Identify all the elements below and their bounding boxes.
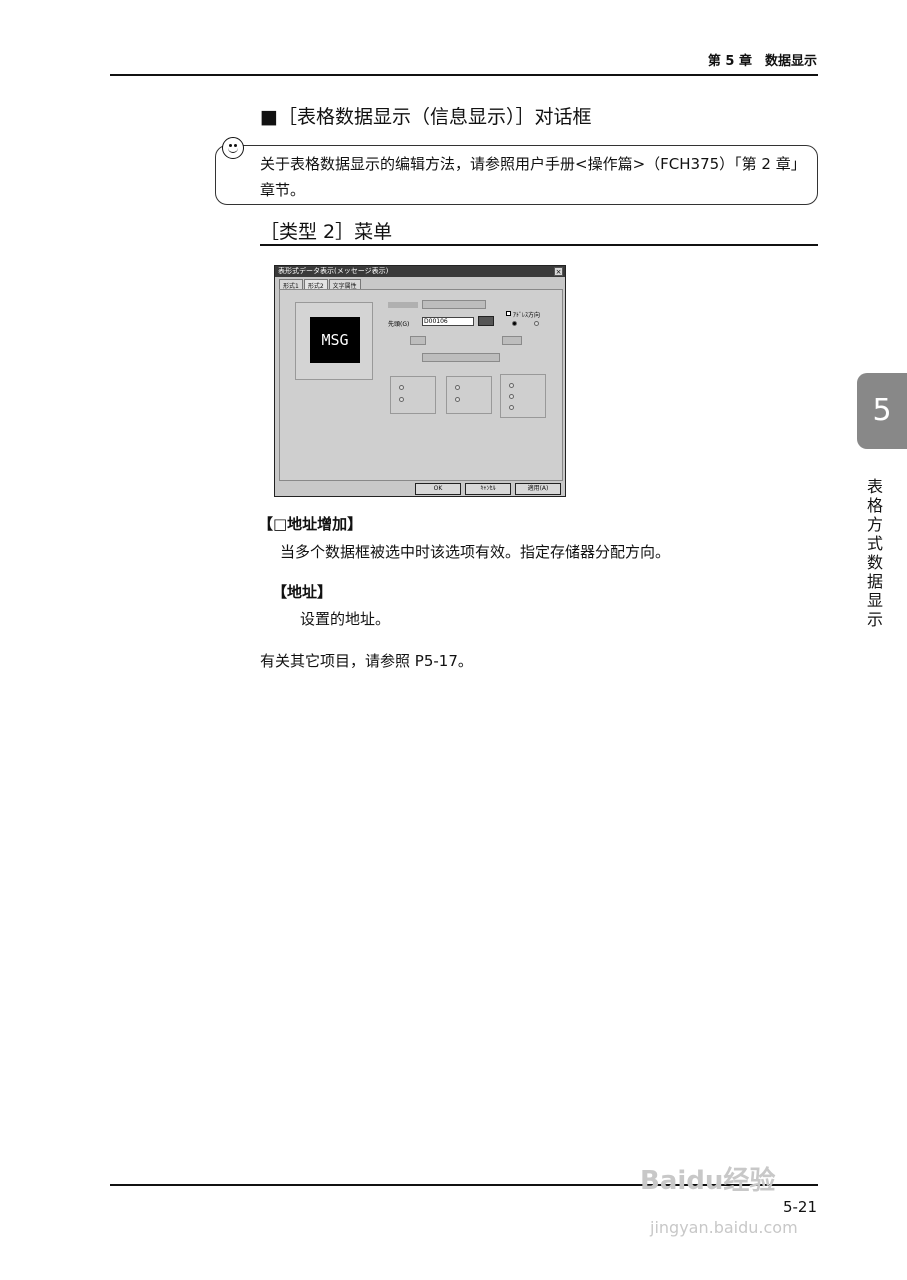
dialog-screenshot: 表形式データ表示(メッセージ表示) × 形式1 形式2 文字属性 MSG 先頭(… — [274, 265, 566, 497]
direction-right-radio[interactable] — [512, 321, 517, 326]
radio-5 — [509, 383, 514, 388]
select-disabled-1 — [422, 300, 486, 309]
item-desc-address-increment: 当多个数据框被选中时该选项有效。指定存储器分配方向。 — [280, 543, 671, 561]
watermark-brand: Baidu经验 — [640, 1166, 776, 1196]
size-field-1 — [410, 336, 426, 345]
item-title-address: 【地址】 — [272, 583, 333, 601]
preview-frame: MSG — [295, 302, 373, 380]
msg-preview: MSG — [310, 317, 360, 363]
group-box-2 — [446, 376, 492, 414]
chapter-header: 第 5 章 数据显示 — [707, 54, 817, 69]
radio-1 — [399, 385, 404, 390]
size-field-2 — [502, 336, 522, 345]
group-box-3 — [500, 374, 546, 418]
watermark-url: jingyan.baidu.com — [650, 1218, 798, 1237]
chapter-side-tab: 5 — [857, 373, 907, 449]
chapter-side-label: 表格方式数据显示 — [864, 478, 883, 630]
address-field[interactable]: D00106 — [422, 317, 474, 326]
subsection-title: ［类型 2］菜单 — [260, 221, 393, 243]
radio-4 — [455, 397, 460, 402]
subsection-rule — [260, 244, 818, 246]
direction-label: ｱﾄﾞﾚｽ方向 — [513, 312, 541, 319]
close-icon[interactable]: × — [554, 267, 563, 276]
other-items-note: 有关其它项目，请参照 P5-17。 — [260, 652, 473, 670]
radio-7 — [509, 405, 514, 410]
item-desc-address: 设置的地址。 — [300, 610, 391, 628]
row-disabled-1 — [388, 302, 418, 308]
dialog-title-bar: 表形式データ表示(メッセージ表示) × — [275, 266, 565, 277]
top-rule — [110, 74, 818, 76]
select-disabled-2 — [422, 353, 500, 362]
group-box-1 — [390, 376, 436, 414]
address-label: 先頭(G) — [388, 321, 410, 328]
item-title-address-increment: 【□地址增加】 — [258, 515, 363, 533]
address-picker-button[interactable] — [478, 316, 494, 326]
radio-6 — [509, 394, 514, 399]
radio-2 — [399, 397, 404, 402]
apply-button[interactable]: 適用(A) — [515, 483, 561, 495]
smiley-icon — [222, 137, 244, 159]
section-title: ■［表格数据显示（信息显示）］对话框 — [260, 106, 592, 128]
page-number: 5-21 — [782, 1198, 817, 1216]
direction-down-radio[interactable] — [534, 321, 539, 326]
direction-checkbox[interactable] — [506, 311, 511, 316]
dialog-panel: MSG 先頭(G) D00106 ｱﾄﾞﾚｽ方向 — [279, 289, 563, 481]
cancel-button[interactable]: ｷｬﾝｾﾙ — [465, 483, 511, 495]
radio-3 — [455, 385, 460, 390]
ok-button[interactable]: OK — [415, 483, 461, 495]
dialog-title: 表形式データ表示(メッセージ表示) — [278, 267, 389, 275]
note-text: 关于表格数据显示的编辑方法，请参照用户手册<操作篇>（FCH375）「第 2 章… — [260, 155, 806, 199]
